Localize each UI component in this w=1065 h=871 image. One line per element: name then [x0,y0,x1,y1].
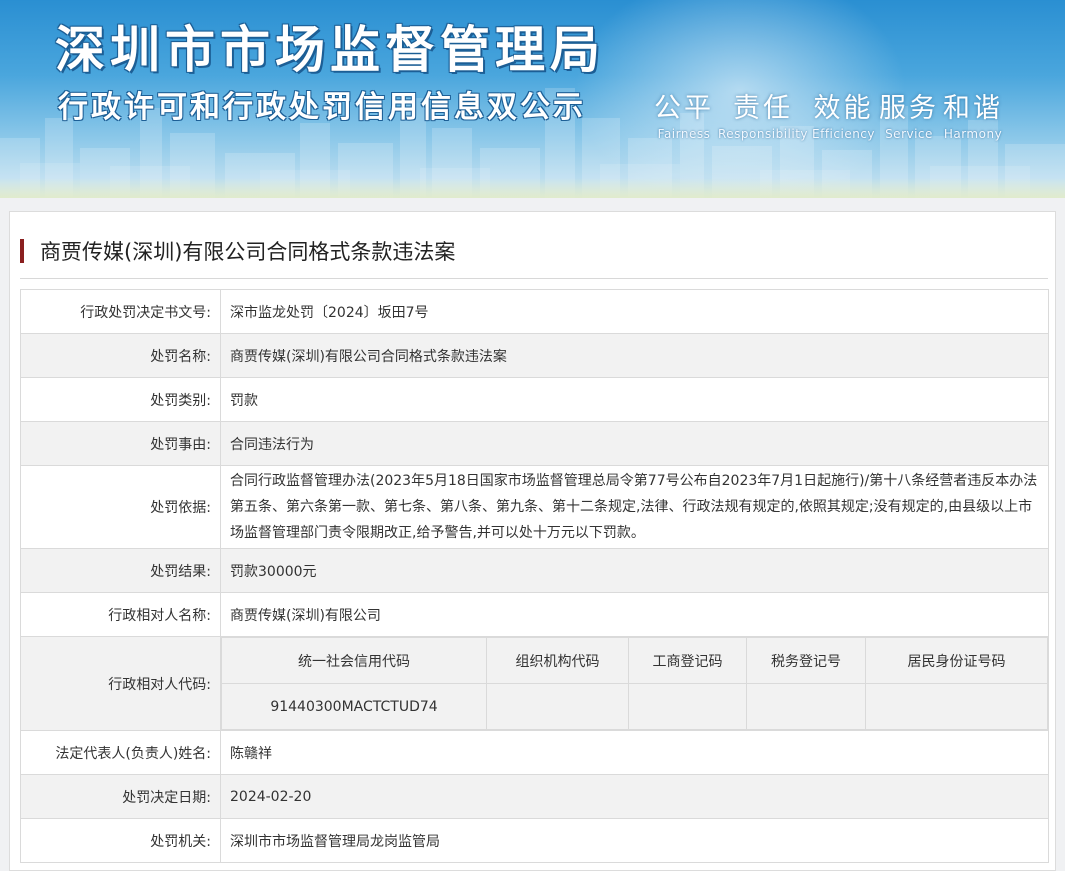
field-value: 商贾传媒(深圳)有限公司 [220,592,1049,637]
table-row: 法定代表人(负责人)姓名: 陈赣祥 [20,730,1049,775]
field-label: 处罚类别: [20,377,221,422]
table-row: 处罚结果: 罚款30000元 [20,548,1049,593]
field-label: 法定代表人(负责人)姓名: [20,730,221,775]
field-value: 合同违法行为 [220,421,1049,466]
motto-en: Fairness [657,127,711,141]
motto-item: 公平 Fairness [654,86,714,141]
column-header: 居民身份证号码 [865,637,1048,684]
field-value: 商贾传媒(深圳)有限公司合同格式条款违法案 [220,333,1049,378]
motto-item: 责任 Responsibility [718,86,808,141]
field-label: 行政相对人名称: [20,592,221,637]
column-header: 工商登记码 [628,637,747,684]
table-row: 处罚依据: 合同行政监督管理办法(2023年5月18日国家市场监督管理总局令第7… [20,465,1049,549]
motto-cn: 责任 [733,93,793,124]
field-value: 2024-02-20 [220,774,1049,819]
site-subtitle: 行政许可和行政处罚信用信息双公示 [58,90,586,125]
table-cell: 91440300MACTCTUD74 [221,683,487,730]
motto-cn: 公平 [654,93,714,124]
case-title: 商贾传媒(深圳)有限公司合同格式条款违法案 [40,240,456,264]
banner-ground [0,178,1065,198]
table-row: 处罚决定日期: 2024-02-20 [20,774,1049,819]
table-cell [628,683,747,730]
column-header: 组织机构代码 [486,637,629,684]
table-row: 处罚类别: 罚款 [20,377,1049,422]
field-label: 处罚事由: [20,421,221,466]
motto-en: Responsibility [718,127,809,141]
party-code-table: 统一社会信用代码 组织机构代码 工商登记码 税务登记号 居民身份证号码 9144… [221,637,1048,730]
table-row: 处罚事由: 合同违法行为 [20,421,1049,466]
table-cell [486,683,629,730]
content-panel: 商贾传媒(深圳)有限公司合同格式条款违法案 行政处罚决定书文号: 深市监龙处罚〔… [9,211,1056,871]
motto-list: 公平 Fairness 责任 Responsibility 效能 Efficie… [654,86,1007,141]
field-label: 行政相对人代码: [20,636,221,731]
field-label: 处罚结果: [20,548,221,593]
column-header: 统一社会信用代码 [221,637,487,684]
table-row: 处罚名称: 商贾传媒(深圳)有限公司合同格式条款违法案 [20,333,1049,378]
motto-cn: 效能 [813,93,874,124]
table-row: 行政处罚决定书文号: 深市监龙处罚〔2024〕坂田7号 [20,289,1049,334]
field-label: 处罚依据: [20,465,221,549]
motto-item: 效能 Efficiency [812,86,875,141]
motto-en: Harmony [943,127,1003,141]
field-value: 罚款 [220,377,1049,422]
case-header: 商贾传媒(深圳)有限公司合同格式条款违法案 [20,234,1048,279]
motto-cn: 服务 [879,93,939,124]
motto-en: Efficiency [812,127,875,141]
title-accent-bar [20,239,24,263]
field-value: 合同行政监督管理办法(2023年5月18日国家市场监督管理总局令第77号公布自2… [220,465,1049,549]
table-row: 统一社会信用代码 组织机构代码 工商登记码 税务登记号 居民身份证号码 [221,637,1048,684]
table-row: 行政相对人名称: 商贾传媒(深圳)有限公司 [20,592,1049,637]
field-value: 深圳市市场监督管理局龙岗监管局 [220,818,1049,863]
field-value: 深市监龙处罚〔2024〕坂田7号 [220,289,1049,334]
table-row: 91440300MACTCTUD74 [221,683,1048,730]
field-value: 罚款30000元 [220,548,1049,593]
field-value: 陈赣祥 [220,730,1049,775]
motto-item: 服务 Service [879,86,939,141]
table-row: 行政相对人代码: 统一社会信用代码 组织机构代码 工商登记码 税务登记号 居民身… [20,636,1049,731]
motto-en: Service [885,127,933,141]
field-label: 行政处罚决定书文号: [20,289,221,334]
penalty-info-table: 行政处罚决定书文号: 深市监龙处罚〔2024〕坂田7号 处罚名称: 商贾传媒(深… [20,289,1049,863]
header-banner: 深圳市市场监督管理局 行政许可和行政处罚信用信息双公示 公平 Fairness … [0,0,1065,198]
site-title: 深圳市市场监督管理局 [55,21,605,79]
table-cell [746,683,866,730]
column-header: 税务登记号 [746,637,866,684]
table-row: 处罚机关: 深圳市市场监督管理局龙岗监管局 [20,818,1049,863]
field-label: 处罚机关: [20,818,221,863]
field-label: 处罚名称: [20,333,221,378]
motto-item: 和谐 Harmony [943,86,1003,141]
party-code-cell: 统一社会信用代码 组织机构代码 工商登记码 税务登记号 居民身份证号码 9144… [220,636,1049,731]
table-cell [865,683,1048,730]
motto-cn: 和谐 [943,93,1003,124]
field-label: 处罚决定日期: [20,774,221,819]
